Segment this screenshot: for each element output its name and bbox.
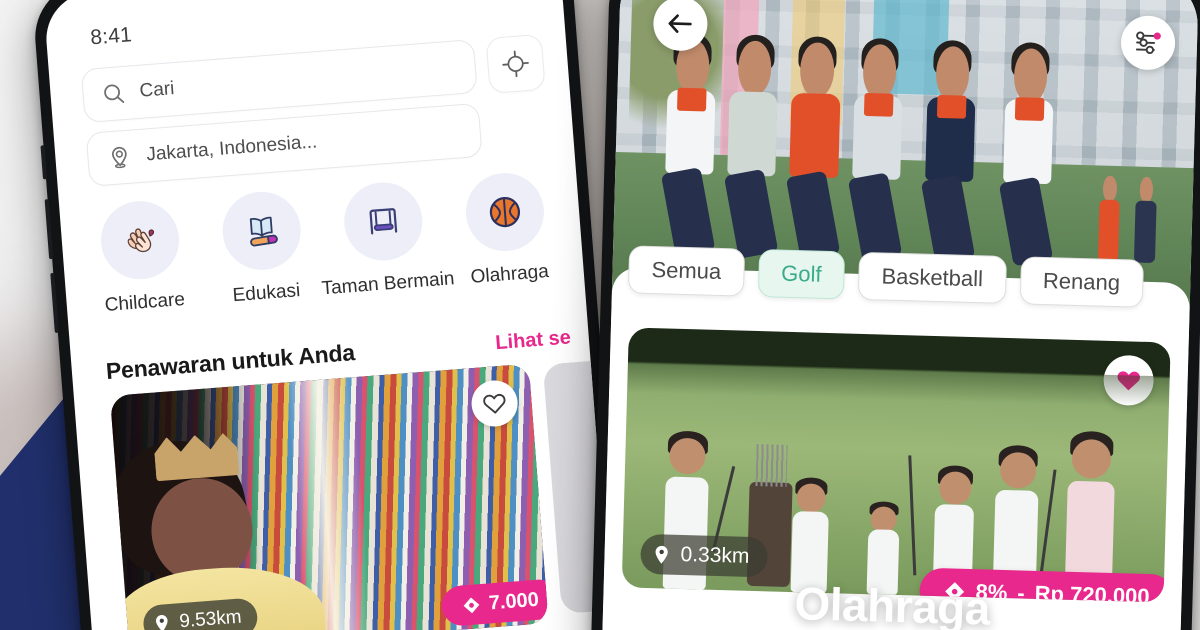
filter-chip-renang[interactable]: Renang: [1019, 256, 1144, 308]
hero-children-group: [647, 0, 1175, 280]
chip-label: Semua: [651, 257, 722, 284]
search-fields: Cari Jakarta, Indonesia...: [80, 38, 483, 187]
category-item-taman-bermain[interactable]: Taman Bermain: [321, 179, 455, 299]
distance-badge: 0.33km: [640, 533, 768, 578]
filter-chip-basketball[interactable]: Basketball: [857, 251, 1007, 304]
distance-value: 0.33km: [680, 542, 750, 568]
right-phone-mockup: Olahraga Semua Golf Basketball Renang 0.…: [589, 0, 1200, 630]
basketball-icon: [463, 170, 547, 254]
screenshot-stage: VoLTE1 86% 8:41: [0, 0, 1200, 630]
sliders-filter-icon: [1132, 27, 1165, 58]
heart-outline-icon: [481, 390, 509, 416]
distance-value: 9.53km: [178, 606, 243, 630]
location-pin-icon: [652, 544, 671, 565]
offer-card[interactable]: 9.53km 7.000: [109, 363, 549, 630]
filter-chip-semua[interactable]: Semua: [627, 245, 745, 297]
location-input-value: Jakarta, Indonesia...: [145, 131, 318, 166]
phone-volume-down-button: [50, 272, 59, 333]
search-row: Cari Jakarta, Indonesia...: [80, 33, 551, 187]
book-pencil-icon: [219, 188, 304, 273]
left-phone-screen: VoLTE1 86% 8:41: [42, 0, 614, 630]
golf-listing-card[interactable]: 0.33km 8% - Rp 720.000: [621, 327, 1171, 603]
search-icon: [101, 81, 127, 107]
category-item-childcare[interactable]: Childcare: [89, 198, 193, 318]
left-phone-mockup: VoLTE1 86% 8:41: [31, 0, 625, 630]
search-input-placeholder: Cari: [138, 78, 176, 102]
category-item-olahraga[interactable]: Olahraga: [454, 170, 558, 290]
location-pin-icon: [153, 613, 171, 630]
location-pin-icon: [106, 144, 134, 172]
swing-icon: [341, 179, 426, 264]
clapping-hands-icon: [98, 198, 182, 283]
arrow-left-icon: [666, 11, 695, 36]
heart-filled-icon: [1114, 367, 1143, 394]
category-item-edukasi[interactable]: Edukasi: [211, 188, 315, 308]
phone-volume-up-button: [44, 199, 54, 260]
status-bar-clock: 8:41: [89, 23, 133, 50]
filter-chip-golf[interactable]: Golf: [757, 249, 846, 300]
category-label: Edukasi: [231, 280, 301, 307]
category-label: Olahraga: [469, 260, 550, 288]
gps-locate-button[interactable]: [485, 33, 546, 94]
price-value: 7.000: [487, 588, 540, 614]
golf-club: [908, 455, 917, 575]
category-label: Taman Bermain: [320, 268, 456, 300]
phone-side-button: [40, 145, 48, 180]
favorite-button[interactable]: [1102, 354, 1155, 407]
chip-label: Renang: [1042, 267, 1121, 296]
chip-label: Basketball: [881, 263, 984, 292]
gps-crosshair-icon: [499, 48, 531, 80]
chip-label: Golf: [780, 260, 822, 287]
discount-tag-icon: [461, 595, 481, 615]
category-list: Childcare Edukasi Taman Bermain Olahraga: [89, 168, 584, 318]
see-all-link[interactable]: Lihat se: [495, 326, 572, 355]
page-title: Penawaran untuk Anda: [104, 339, 356, 385]
right-phone-screen: Olahraga Semua Golf Basketball Renang 0.…: [601, 0, 1199, 630]
category-label: Childcare: [103, 288, 186, 317]
price-badge: 7.000: [440, 578, 549, 628]
offer-card-subject: [109, 412, 332, 630]
